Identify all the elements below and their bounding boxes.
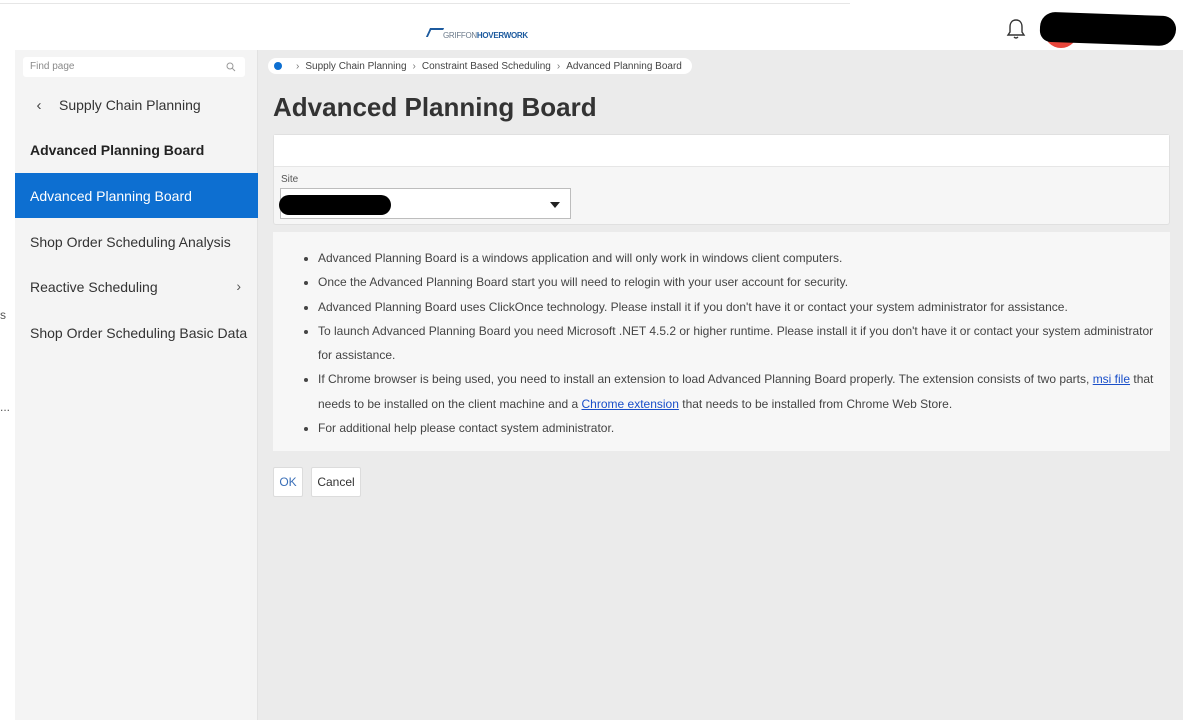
info-item: To launch Advanced Planning Board you ne… (318, 319, 1168, 368)
home-dot-icon[interactable] (274, 62, 282, 70)
sidebar-item-label: Shop Order Scheduling Analysis (30, 233, 231, 250)
site-card: Site (273, 134, 1170, 225)
edge-fragment: s (0, 308, 6, 322)
sidebar-item-advanced-planning-board[interactable]: Advanced Planning Board (15, 173, 258, 218)
caret-down-icon (550, 202, 560, 208)
back-to-supply-chain-planning[interactable]: ‹ Supply Chain Planning (15, 90, 258, 120)
chrome-extension-link[interactable]: Chrome extension (582, 397, 679, 411)
info-item: For additional help please contact syste… (318, 416, 1168, 440)
browser-strip (0, 0, 850, 4)
site-select[interactable] (279, 188, 571, 219)
info-list: Advanced Planning Board is a windows app… (318, 246, 1168, 440)
info-item: Advanced Planning Board is a windows app… (318, 246, 1168, 270)
find-page-input[interactable]: Find page (23, 57, 245, 77)
top-bar: GRIFFONHOVERWORK (0, 0, 1183, 50)
breadcrumb-separator-icon: › (556, 60, 561, 72)
company-logo[interactable]: GRIFFONHOVERWORK (428, 20, 528, 40)
breadcrumb: › Supply Chain Planning › Constraint Bas… (268, 58, 692, 74)
chevron-left-icon: ‹ (36, 96, 42, 114)
redacted-username (1039, 11, 1177, 47)
sidebar-item-label: Shop Order Scheduling Basic Data (30, 324, 248, 341)
redacted-site-value (279, 195, 391, 215)
chevron-right-icon: › (236, 278, 241, 294)
back-label: Supply Chain Planning (59, 97, 201, 113)
info-panel: Advanced Planning Board is a windows app… (273, 232, 1170, 451)
edge-fragment: ... (0, 400, 11, 414)
logo-mark-icon (428, 28, 442, 40)
main-content: › Supply Chain Planning › Constraint Bas… (258, 50, 1183, 720)
sidebar-item-shop-order-scheduling-basic-data[interactable]: Shop Order Scheduling Basic Data (15, 310, 258, 355)
sidebar-item-reactive-scheduling[interactable]: Reactive Scheduling › (15, 264, 258, 309)
page-title: Advanced Planning Board (273, 92, 597, 122)
info-item: Once the Advanced Planning Board start y… (318, 270, 1168, 294)
site-label: Site (281, 174, 299, 185)
sidebar-item-label: Advanced Planning Board (30, 187, 192, 204)
breadcrumb-separator-icon: › (296, 60, 300, 72)
logo-text: GRIFFONHOVERWORK (443, 31, 528, 40)
find-page-placeholder: Find page (30, 61, 75, 72)
bell-icon[interactable] (1006, 18, 1026, 40)
info-item: If Chrome browser is being used, you nee… (318, 367, 1168, 416)
info-text: that needs to be installed from Chrome W… (678, 396, 953, 411)
breadcrumb-separator-icon: › (412, 60, 416, 72)
breadcrumb-item-current: Advanced Planning Board (566, 60, 682, 72)
sidebar: Find page ‹ Supply Chain Planning Advanc… (15, 50, 258, 720)
sidebar-item-label: Reactive Scheduling (30, 278, 158, 295)
msi-file-link[interactable]: msi file (1093, 372, 1130, 386)
info-item: Advanced Planning Board uses ClickOnce t… (318, 295, 1168, 319)
cancel-button[interactable]: Cancel (311, 467, 361, 497)
search-icon[interactable] (226, 62, 236, 72)
breadcrumb-item[interactable]: Supply Chain Planning (305, 61, 406, 72)
sidebar-section-title: Advanced Planning Board (30, 142, 205, 158)
ok-button[interactable]: OK (273, 467, 303, 497)
breadcrumb-item[interactable]: Constraint Based Scheduling (422, 61, 551, 72)
sidebar-item-shop-order-scheduling-analysis[interactable]: Shop Order Scheduling Analysis (15, 219, 258, 264)
info-text: If Chrome browser is being used, you nee… (318, 372, 1093, 387)
card-header (274, 135, 1169, 167)
